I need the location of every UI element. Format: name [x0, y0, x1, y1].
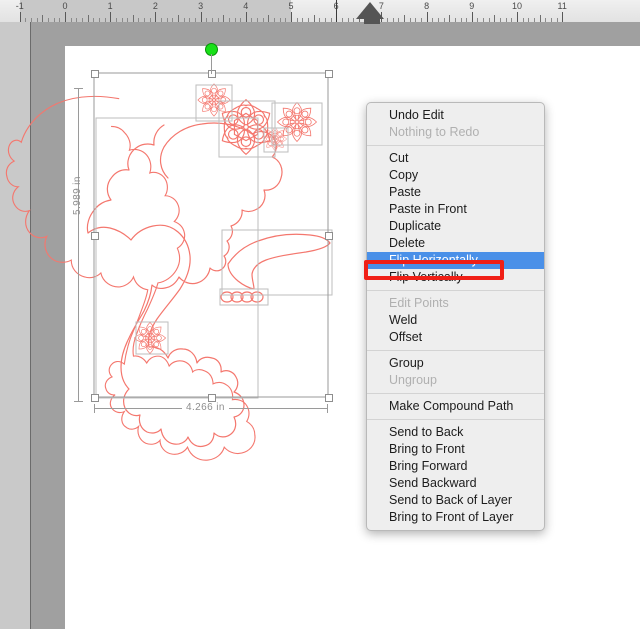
ruler-label: 1 — [107, 1, 113, 11]
menu-item-bring-to-front[interactable]: Bring to Front — [367, 441, 544, 458]
ruler-tick — [110, 12, 111, 22]
ruler-tick — [42, 15, 43, 22]
horizontal-ruler[interactable]: -101234567891011 — [0, 0, 640, 22]
selection-handle-s[interactable] — [208, 394, 216, 402]
ruler-tick — [201, 12, 202, 22]
selection-handle-e[interactable] — [325, 232, 333, 240]
width-dim-cap-left — [94, 404, 95, 413]
ruler-label: 3 — [198, 1, 204, 11]
ruler-label: 9 — [469, 1, 475, 11]
width-dim-cap-right — [327, 404, 328, 413]
selection-handle-ne[interactable] — [325, 70, 333, 78]
ruler-label: -1 — [15, 1, 24, 11]
ruler-label: 0 — [62, 1, 68, 11]
workspace-left-band — [30, 22, 66, 629]
menu-separator — [367, 419, 544, 420]
workspace-top-band — [30, 22, 640, 46]
menu-item-paste-in-front[interactable]: Paste in Front — [367, 201, 544, 218]
menu-item-paste[interactable]: Paste — [367, 184, 544, 201]
selection-width-label: 4.266 in — [182, 402, 229, 413]
menu-item-send-backward[interactable]: Send Backward — [367, 475, 544, 492]
menu-separator — [367, 350, 544, 351]
up-arrow-marker-stem — [364, 16, 380, 24]
menu-item-delete[interactable]: Delete — [367, 235, 544, 252]
selection-handle-sw[interactable] — [91, 394, 99, 402]
selection-handle-w[interactable] — [91, 232, 99, 240]
menu-item-nothing-to-redo: Nothing to Redo — [389, 125, 480, 139]
height-dim-cap-top — [74, 88, 83, 89]
ruler-label: 5 — [288, 1, 294, 11]
canvas-context-menu[interactable]: Undo Edit Nothing to Redo Cut Copy Paste Past… — [366, 102, 545, 531]
menu-separator — [367, 145, 544, 146]
selection-handle-nw[interactable] — [91, 70, 99, 78]
ruler-tick — [223, 15, 224, 22]
ruler-tick — [178, 15, 179, 22]
menu-item-send-to-back[interactable]: Send to Back — [367, 424, 544, 441]
rotate-handle-stem — [211, 54, 212, 74]
ruler-label: 8 — [424, 1, 430, 11]
menu-item-make-compound-path[interactable]: Make Compound Path — [367, 398, 544, 415]
ruler-tick — [517, 12, 518, 22]
menu-item-send-to-back-of-layer[interactable]: Send to Back of Layer — [367, 492, 544, 509]
ruler-tick — [88, 15, 89, 22]
menu-item-group[interactable]: Group — [367, 355, 544, 372]
ruler-tick — [540, 15, 541, 22]
ruler-label: 11 — [557, 1, 567, 11]
ruler-tick — [20, 12, 21, 22]
selection-height-label: 5.989 in — [72, 176, 83, 215]
ruler-tick — [268, 15, 269, 22]
menu-item-undo-edit[interactable]: Undo Edit — [367, 107, 544, 124]
height-dimension-line — [78, 88, 79, 402]
ruler-tick — [427, 12, 428, 22]
ruler-tick — [314, 15, 315, 22]
menu-item-bring-forward[interactable]: Bring Forward — [367, 458, 544, 475]
design-page[interactable] — [65, 46, 640, 629]
ruler-tick — [494, 15, 495, 22]
ruler-label: 10 — [511, 1, 523, 11]
menu-item-duplicate[interactable]: Duplicate — [367, 218, 544, 235]
ruler-tick — [155, 12, 156, 22]
menu-item-edit-points: Edit Points — [389, 296, 449, 310]
menu-item-copy[interactable]: Copy — [367, 167, 544, 184]
selection-handle-se[interactable] — [325, 394, 333, 402]
menu-separator — [367, 393, 544, 394]
height-dim-cap-bottom — [74, 401, 83, 402]
ruler-tick — [291, 12, 292, 22]
ruler-tick — [472, 12, 473, 22]
ruler-tick — [65, 12, 66, 22]
selection-handle-n[interactable] — [208, 70, 216, 78]
menu-item-cut[interactable]: Cut — [367, 150, 544, 167]
ruler-tick — [562, 12, 563, 22]
menu-separator — [367, 290, 544, 291]
ruler-label: 4 — [243, 1, 249, 11]
ruler-tick — [449, 15, 450, 22]
red-highlight-box — [364, 260, 504, 280]
menu-item-bring-to-front-of-layer[interactable]: Bring to Front of Layer — [367, 509, 544, 526]
menu-item-offset[interactable]: Offset — [367, 329, 544, 346]
ruler-cursor-line — [336, 0, 338, 22]
menu-item-ungroup: Ungroup — [389, 373, 437, 387]
ruler-tick — [404, 15, 405, 22]
menu-item-weld[interactable]: Weld — [367, 312, 544, 329]
ruler-tick — [246, 12, 247, 22]
ruler-tick — [133, 15, 134, 22]
ruler-label: 2 — [152, 1, 158, 11]
